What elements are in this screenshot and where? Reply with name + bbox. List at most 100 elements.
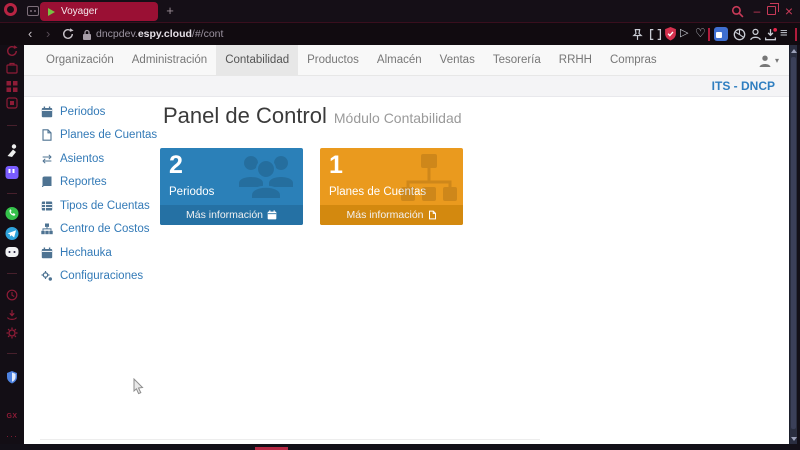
history-clock-icon[interactable] (6, 289, 18, 301)
nav-tesoreria[interactable]: Tesorería (484, 45, 550, 75)
sidebar-item-reportes[interactable]: Reportes (24, 171, 160, 195)
rail-divider (7, 193, 17, 194)
browser-tab[interactable]: Voyager (40, 2, 158, 21)
sidebar-label: Planes de Cuentas (60, 129, 158, 142)
pinned-site-icon[interactable] (6, 144, 18, 157)
pin-icon[interactable] (631, 28, 644, 41)
scrollbar-thumb[interactable] (791, 57, 796, 429)
nav-rrhh[interactable]: RRHH (550, 45, 601, 75)
browser-toolbar: ‹ › dncpdev.espy.cloud/#/cont ▷ ♡ ≡ (0, 22, 800, 45)
minimize-button[interactable]: – (750, 4, 764, 18)
card-more-info-link[interactable]: Más información (320, 205, 463, 225)
back-button[interactable]: ‹ (28, 23, 32, 45)
more-info-label: Más información (185, 209, 264, 221)
opera-logo-icon[interactable] (4, 3, 17, 16)
sitemap-icon (41, 223, 53, 235)
browser-sidebar-rail: GX ··· (0, 45, 24, 450)
table-icon (41, 201, 53, 211)
tab-favicon-play-icon (48, 7, 55, 16)
nav-productos[interactable]: Productos (298, 45, 368, 75)
reload-icon[interactable] (62, 28, 74, 40)
sidebar-item-planes-de-cuentas[interactable]: Planes de Cuentas (24, 124, 160, 148)
rail-overflow-dots[interactable]: ··· (6, 431, 18, 441)
sidebar-label: Tipos de Cuentas (60, 199, 150, 212)
rail-divider (7, 273, 17, 274)
file-icon (42, 129, 52, 141)
sitemap-icon (401, 154, 457, 201)
nav-organizacion[interactable]: Organización (37, 45, 123, 75)
speeddial-refresh-icon[interactable] (6, 45, 18, 57)
sidebar-item-asientos[interactable]: ⇄ Asientos (24, 147, 160, 171)
sidebar-label: Asientos (60, 152, 105, 165)
mod-chip-icon[interactable] (6, 97, 18, 109)
card-more-info-link[interactable]: Más información (160, 205, 303, 225)
lock-icon[interactable] (82, 29, 92, 41)
card-planes-de-cuentas[interactable]: 1 Planes de Cuentas Más información (320, 148, 463, 225)
sidebar-item-periodos[interactable]: Periodos (24, 100, 160, 124)
card-value: 1 (329, 151, 343, 179)
page-scrollbar[interactable] (789, 45, 797, 444)
rail-divider (7, 125, 17, 126)
snapshot-pinwheel-icon[interactable] (733, 28, 746, 41)
sidebar-label: Hechauka (60, 246, 112, 259)
search-icon[interactable] (731, 5, 744, 18)
gx-logo[interactable]: GX (6, 413, 17, 420)
cogs-icon (41, 271, 52, 281)
toolbar-separator (708, 28, 710, 41)
url-domain: espy.cloud (137, 28, 192, 40)
media-player-icon[interactable]: ▷ (680, 26, 693, 39)
grid-apps-icon[interactable] (6, 81, 18, 92)
sidebar-item-centro-de-costos[interactable]: Centro de Costos (24, 218, 160, 242)
sidebar-item-configuraciones[interactable]: Configuraciones (24, 265, 160, 289)
mouse-cursor (133, 378, 144, 395)
close-button[interactable]: × (782, 2, 796, 20)
bookmark-heart-icon[interactable]: ♡ (695, 26, 708, 40)
nav-administracion[interactable]: Administración (123, 45, 216, 75)
maximize-button[interactable] (767, 3, 779, 15)
card-label: Periodos (169, 186, 215, 198)
settings-gear-icon[interactable] (6, 327, 18, 339)
address-bar[interactable]: dncpdev.espy.cloud/#/cont (96, 23, 223, 45)
reader-mode-icon[interactable] (649, 28, 662, 41)
flow-share-icon[interactable] (6, 309, 18, 321)
app-sidebar: Periodos Planes de Cuentas ⇄ Asientos Re… (24, 100, 160, 288)
downloads-icon[interactable] (764, 28, 777, 41)
telegram-icon[interactable] (5, 227, 19, 240)
adblock-shield-icon[interactable] (664, 27, 677, 41)
sidebar-item-hechauka[interactable]: Hechauka (24, 241, 160, 265)
twitch-icon[interactable] (5, 166, 19, 179)
sidebar-item-tipos-de-cuentas[interactable]: Tipos de Cuentas (24, 194, 160, 218)
nav-contabilidad[interactable]: Contabilidad (216, 45, 299, 75)
app-navbar: Organización Administración Contabilidad… (24, 45, 789, 76)
sidebar-label: Configuraciones (60, 270, 144, 283)
url-subdomain: dncpdev. (96, 28, 138, 40)
brand-text: ITS - DNCP (711, 79, 775, 93)
nav-ventas[interactable]: Ventas (431, 45, 484, 75)
user-menu-button[interactable]: ▾ (758, 45, 779, 76)
forward-button[interactable]: › (46, 23, 50, 45)
url-path: /#/cont (191, 28, 224, 40)
brand-bar: ITS - DNCP (24, 76, 789, 97)
extension-icon[interactable] (714, 27, 728, 41)
discord-icon[interactable] (5, 247, 19, 257)
users-icon (239, 156, 293, 200)
gx-corner-icon[interactable] (6, 62, 18, 74)
workspaces-icon[interactable] (27, 6, 39, 16)
sidebar-label: Periodos (60, 105, 106, 118)
footer-divider (40, 439, 540, 440)
exchange-icon: ⇄ (41, 151, 53, 166)
new-tab-button[interactable]: + (162, 2, 178, 19)
profile-person-icon[interactable] (749, 28, 762, 41)
extension-shield-icon[interactable] (6, 371, 18, 384)
page-title: Panel de Control Módulo Contabilidad (163, 103, 462, 129)
card-periodos[interactable]: 2 Periodos Más información (160, 148, 303, 225)
user-icon (759, 55, 771, 67)
page-subtitle: Módulo Contabilidad (333, 110, 462, 126)
calendar-icon (267, 210, 277, 220)
menu-icon[interactable]: ≡ (780, 25, 793, 40)
window-bottom-edge (0, 444, 800, 450)
nav-compras[interactable]: Compras (601, 45, 666, 75)
whatsapp-icon[interactable] (5, 207, 19, 220)
book-icon (41, 176, 52, 188)
nav-almacen[interactable]: Almacén (368, 45, 431, 75)
